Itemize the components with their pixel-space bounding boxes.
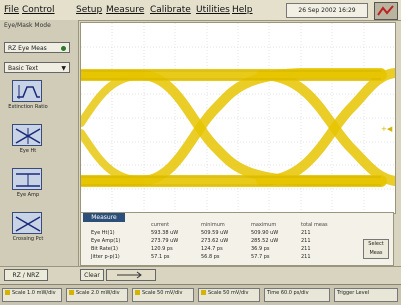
- channel-color-icon: [135, 290, 140, 295]
- mode-select[interactable]: RZ Eye Meas: [4, 42, 70, 53]
- cell: 56.8 ps: [201, 254, 220, 260]
- meas-slider[interactable]: [106, 269, 156, 281]
- cell: 120.9 ps: [151, 246, 173, 252]
- sidebar-title: Eye/Mask Mode: [4, 22, 51, 29]
- tile-extinction-ratio[interactable]: Extinction Ratio: [8, 80, 48, 124]
- eye-height-icon: [12, 124, 42, 146]
- cell: 57.7 ps: [251, 254, 270, 260]
- clear-meas-button[interactable]: Clear Meas: [80, 269, 104, 291]
- cell: 273.79 uW: [151, 238, 179, 244]
- eye-diagram: +◀: [75, 23, 400, 213]
- cell: 509.90 uW: [251, 230, 279, 236]
- crossing-pct-icon: [12, 212, 42, 234]
- svg-text:+◀: +◀: [381, 125, 393, 133]
- tile-label: Eye Amp: [16, 192, 40, 198]
- channel-color-icon: [5, 290, 10, 295]
- rz-nrz-button[interactable]: RZ / NRZ: [4, 269, 48, 281]
- tile-label: Crossing Pct: [12, 236, 44, 242]
- channel-3-chip[interactable]: Scale 50 mV/div: [132, 288, 194, 302]
- tile-eye-height[interactable]: Eye Ht: [8, 124, 48, 168]
- status-dot-icon: [61, 46, 66, 51]
- chip-label: Scale 1.0 mW/div: [12, 290, 56, 296]
- chip-label: Time 60.0 ps/div: [267, 290, 309, 296]
- status-bar: Scale 1.0 mW/div Scale 2.0 mW/div Scale …: [0, 284, 401, 305]
- cell: 211: [301, 254, 311, 260]
- menu-utilities[interactable]: Utilities: [196, 5, 230, 15]
- row-label: Eye Ht(1): [91, 230, 115, 236]
- menu-file[interactable]: File: [4, 5, 19, 15]
- view-select-value: Basic Text: [8, 65, 38, 72]
- chip-label: Scale 2.0 mW/div: [76, 290, 120, 296]
- menu-help[interactable]: Help: [232, 5, 253, 15]
- mode-select-value: RZ Eye Meas: [8, 45, 47, 52]
- tile-eye-amplitude[interactable]: Eye Amp: [8, 168, 48, 212]
- menu-bar: File Control Setup Measure Calibrate Uti…: [0, 0, 401, 21]
- chip-label: Trigger Level: [337, 290, 370, 296]
- channel-1-chip[interactable]: Scale 1.0 mW/div: [2, 288, 62, 302]
- date-time: 26 Sep 2002 16:29: [286, 3, 368, 18]
- cell: 593.38 uW: [151, 230, 179, 236]
- row-label: Bit Rate(1): [91, 246, 118, 252]
- cell: 36.9 ps: [251, 246, 270, 252]
- menu-calibrate[interactable]: Calibrate: [150, 5, 191, 15]
- sidebar: Eye/Mask Mode RZ Eye Meas Basic Text ▼ E…: [0, 20, 79, 266]
- menu-setup[interactable]: Setup: [76, 5, 102, 15]
- cell: 273.62 uW: [201, 238, 229, 244]
- control-strip: RZ / NRZ Clear Meas: [0, 266, 401, 291]
- row-label: Jitter p-p(1): [91, 254, 120, 260]
- cell: 124.7 ps: [201, 246, 223, 252]
- channel-color-icon: [201, 290, 206, 295]
- chevron-down-icon: ▼: [61, 65, 66, 72]
- tab-measure[interactable]: Measure: [83, 213, 125, 222]
- view-select[interactable]: Basic Text ▼: [4, 62, 70, 73]
- tile-label: Eye Ht: [19, 148, 37, 154]
- eye-amplitude-icon: [12, 168, 42, 190]
- measurement-panel: Measure current minimum maximum total me…: [80, 212, 394, 266]
- trigger-chip[interactable]: Trigger Level: [334, 288, 398, 302]
- col-maximum: maximum: [251, 222, 277, 228]
- tile-crossing-pct[interactable]: Crossing Pct: [8, 212, 48, 256]
- cell: 211: [301, 238, 311, 244]
- run-stop-icon[interactable]: [374, 2, 398, 20]
- col-minimum: minimum: [201, 222, 225, 228]
- cell: 57.1 ps: [151, 254, 170, 260]
- cell: 509.59 uW: [201, 230, 229, 236]
- menu-measure[interactable]: Measure: [106, 5, 144, 15]
- tile-label: Extinction Ratio: [8, 104, 48, 110]
- cell: 285.52 uW: [251, 238, 279, 244]
- col-total: total meas: [301, 222, 328, 228]
- timebase-chip[interactable]: Time 60.0 ps/div: [264, 288, 330, 302]
- extinction-ratio-icon: [12, 80, 42, 102]
- menu-control[interactable]: Control: [22, 5, 55, 15]
- select-meas-button[interactable]: Select Meas: [363, 239, 389, 259]
- cell: 211: [301, 230, 311, 236]
- waveform-display[interactable]: +◀: [75, 22, 400, 214]
- row-label: Eye Amp(1): [91, 238, 121, 244]
- channel-color-icon: [69, 290, 74, 295]
- channel-2-chip[interactable]: Scale 2.0 mW/div: [66, 288, 128, 302]
- slider-arrow-icon: [117, 271, 142, 279]
- chip-label: Scale 50 mV/div: [208, 290, 249, 296]
- channel-4-chip[interactable]: Scale 50 mV/div: [198, 288, 260, 302]
- cell: 211: [301, 246, 311, 252]
- col-current: current: [151, 222, 170, 228]
- chip-label: Scale 50 mV/div: [142, 290, 183, 296]
